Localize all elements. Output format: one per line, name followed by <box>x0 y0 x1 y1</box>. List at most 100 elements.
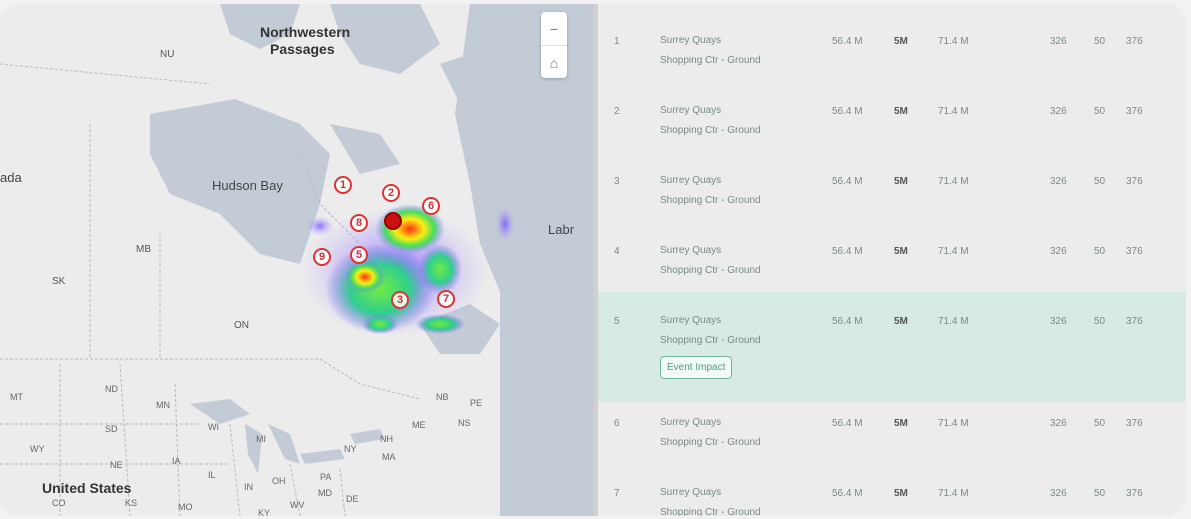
metric-3: 71.4 M <box>938 176 969 187</box>
table-row[interactable]: 4 56.4 M 5M 71.4 M 326 50 376 Surrey Quays Shopp… <box>598 236 1186 292</box>
metric-2: 5M <box>894 316 908 327</box>
map-label-mt: MT <box>10 392 23 402</box>
event-impact-button[interactable]: Event Impact <box>660 356 733 379</box>
metric-1: 56.4 M <box>832 36 863 47</box>
table-row[interactable]: 5 56.4 M 5M 71.4 M 326 50 376 Surrey Quays Shopp… <box>598 292 1186 402</box>
location-name-line1: Surrey Quays <box>660 175 722 186</box>
location-name-line1: Surrey Quays <box>660 245 722 256</box>
map-label-mb: MB <box>136 244 151 255</box>
location-name-line1: Surrey Quays <box>660 105 722 116</box>
row-rank: 5 <box>614 316 620 327</box>
location-name-line2: Shopping Ctr - Ground <box>660 55 761 66</box>
map-label-ns: NS <box>458 418 471 428</box>
map-label-nu: NU <box>160 49 175 60</box>
metric-3: 71.4 M <box>938 488 969 499</box>
app-frame: Northwestern Passages NU Hudson Bay ada … <box>0 4 1186 516</box>
metric-4: 326 <box>1050 106 1067 117</box>
map-marker-9[interactable]: 9 <box>313 248 331 266</box>
map-label-de: DE <box>346 494 359 504</box>
location-name-line1: Surrey Quays <box>660 417 722 428</box>
map-marker-2[interactable]: 2 <box>382 184 400 202</box>
map-marker-8[interactable]: 8 <box>350 214 368 232</box>
metric-6: 376 <box>1126 246 1143 257</box>
metric-6: 376 <box>1126 36 1143 47</box>
map-label-ks: KS <box>125 498 138 508</box>
map-label-wy: WY <box>30 444 45 454</box>
map-label-northwestern: Northwestern <box>260 24 351 40</box>
metric-1: 56.4 M <box>832 176 863 187</box>
map-label-united-states: United States <box>42 480 132 496</box>
table-row[interactable]: 3 56.4 M 5M 71.4 M 326 50 376 Surrey Quays Shopp… <box>598 166 1186 236</box>
map-label-ia: IA <box>172 456 181 466</box>
map-label-me: ME <box>412 420 426 430</box>
map-label-wv: WV <box>290 500 305 510</box>
metric-4: 326 <box>1050 316 1067 327</box>
metric-1: 56.4 M <box>832 488 863 499</box>
map-label-sk: SK <box>52 276 66 287</box>
metric-3: 71.4 M <box>938 106 969 117</box>
metric-3: 71.4 M <box>938 246 969 257</box>
location-name: Surrey Quays Shopping Ctr - Ground <box>660 311 761 351</box>
location-table: 1 56.4 M 5M 71.4 M 326 50 376 Surrey Quays Shopp… <box>598 4 1186 516</box>
metric-4: 326 <box>1050 36 1067 47</box>
location-name-line1: Surrey Quays <box>660 35 722 46</box>
map-label-hudson-bay: Hudson Bay <box>212 178 283 193</box>
metric-5: 50 <box>1094 106 1106 117</box>
metric-3: 71.4 M <box>938 36 969 47</box>
map-canvas[interactable] <box>0 4 594 516</box>
map-label-ky: KY <box>258 508 271 516</box>
map-label-passages: Passages <box>270 41 335 57</box>
metric-6: 376 <box>1126 106 1143 117</box>
table-row[interactable]: 1 56.4 M 5M 71.4 M 326 50 376 Surrey Quays Shopp… <box>598 26 1186 96</box>
row-rank: 6 <box>614 418 620 429</box>
map-label-co: CO <box>52 498 66 508</box>
location-name-line1: Surrey Quays <box>660 487 722 498</box>
location-name-line2: Shopping Ctr - Ground <box>660 265 761 276</box>
zoom-out-button[interactable]: − <box>541 12 567 45</box>
map-label-md: MD <box>318 488 332 498</box>
metric-5: 50 <box>1094 176 1106 187</box>
metric-4: 326 <box>1050 176 1067 187</box>
map-marker-1[interactable]: 1 <box>334 176 352 194</box>
metric-6: 376 <box>1126 176 1143 187</box>
row-rank: 1 <box>614 36 620 47</box>
table-row[interactable]: 6 56.4 M 5M 71.4 M 326 50 376 Surrey Quays Shopp… <box>598 402 1186 472</box>
map-marker-5[interactable]: 5 <box>350 246 368 264</box>
location-name: Surrey Quays Shopping Ctr - Ground <box>660 483 761 516</box>
map-label-mi: MI <box>256 434 266 444</box>
map-label-on: ON <box>234 320 249 331</box>
location-name: Surrey Quays Shopping Ctr - Ground <box>660 101 761 141</box>
map-label-nd: ND <box>105 384 118 394</box>
map-panel[interactable]: Northwestern Passages NU Hudson Bay ada … <box>0 4 594 516</box>
metric-1: 56.4 M <box>832 316 863 327</box>
map-label-ny: NY <box>344 444 357 454</box>
location-name-line1: Surrey Quays <box>660 315 722 326</box>
map-label-ma: MA <box>382 452 396 462</box>
map-label-pa: PA <box>320 472 332 482</box>
metric-2: 5M <box>894 488 908 499</box>
table-row[interactable]: 7 56.4 M 5M 71.4 M 326 50 376 Surrey Quays Shopp… <box>598 472 1186 516</box>
location-name-line2: Shopping Ctr - Ground <box>660 125 761 136</box>
map-label-labrador: Labr <box>548 222 575 237</box>
row-rank: 3 <box>614 176 620 187</box>
location-name: Surrey Quays Shopping Ctr - Ground <box>660 241 761 281</box>
row-rank: 7 <box>614 488 620 499</box>
map-label-mo: MO <box>178 502 193 512</box>
table-row[interactable]: 2 56.4 M 5M 71.4 M 326 50 376 Surrey Quays Shopp… <box>598 96 1186 166</box>
metric-5: 50 <box>1094 316 1106 327</box>
metric-2: 5M <box>894 418 908 429</box>
map-label-nb: NB <box>436 392 449 402</box>
map-marker-6[interactable]: 6 <box>422 197 440 215</box>
map-marker-7[interactable]: 7 <box>437 290 455 308</box>
metric-6: 376 <box>1126 488 1143 499</box>
location-name-line2: Shopping Ctr - Ground <box>660 437 761 448</box>
metric-1: 56.4 M <box>832 418 863 429</box>
metric-4: 326 <box>1050 418 1067 429</box>
metric-2: 5M <box>894 246 908 257</box>
row-rank: 4 <box>614 246 620 257</box>
home-icon[interactable]: ⌂ <box>541 45 567 79</box>
metric-1: 56.4 M <box>832 106 863 117</box>
map-marker-selected[interactable] <box>384 212 402 230</box>
metric-5: 50 <box>1094 488 1106 499</box>
map-marker-3[interactable]: 3 <box>391 291 409 309</box>
